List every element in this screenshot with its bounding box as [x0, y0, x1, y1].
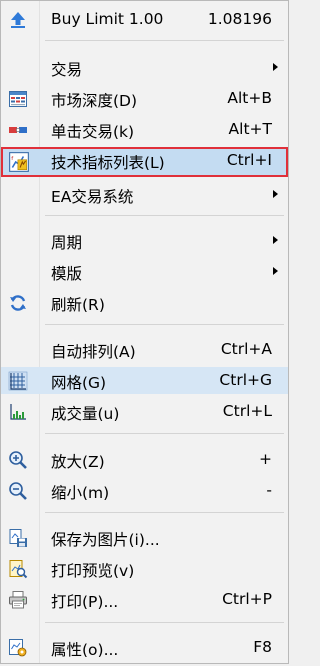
menu-item-timeframes[interactable]: 周期 — [1, 227, 288, 254]
menu-item-print[interactable]: 打印(P)... Ctrl+P — [1, 586, 288, 613]
refresh-icon — [10, 295, 26, 311]
menu-item-zoom-in[interactable]: 放大(Z) + — [1, 446, 288, 473]
up-arrow-icon — [11, 12, 25, 28]
menu-item-label: 保存为图片(i)... — [51, 531, 160, 549]
menu-item-label: 网格(G) — [51, 374, 107, 392]
menu-item-shortcut: Ctrl+I — [226, 151, 272, 169]
submenu-arrow-icon — [273, 267, 278, 275]
submenu-arrow-icon — [273, 63, 278, 71]
menu-item-label: 市场深度(D) — [51, 92, 138, 110]
market-depth-icon — [9, 91, 27, 107]
menu-item-properties[interactable]: 属性(o)... F8 — [1, 634, 288, 661]
separator — [45, 40, 284, 41]
menu-item-shortcut: 1.08196 — [207, 10, 272, 28]
menu-item-volumes[interactable]: 成交量(u) Ctrl+L — [1, 398, 288, 425]
menu-item-print-preview[interactable]: 打印预览(v) — [1, 555, 288, 582]
menu-item-label: 单击交易(k) — [51, 123, 135, 141]
separator — [45, 324, 284, 325]
zoom-out-icon — [9, 482, 27, 500]
menu-item-shortcut: Ctrl+L — [222, 402, 272, 420]
menu-item-save-as-picture[interactable]: 保存为图片(i)... — [1, 524, 288, 551]
menu-item-label: 技术指标列表(L) — [51, 154, 165, 172]
print-icon — [9, 591, 27, 609]
menu-item-shortcut: Alt+B — [227, 89, 272, 107]
menu-item-shortcut: + — [259, 450, 272, 468]
menu-item-label: 缩小(m) — [51, 484, 110, 502]
menu-item-label: 属性(o)... — [51, 641, 119, 659]
menu-item-shortcut: Ctrl+A — [220, 340, 272, 358]
separator — [45, 622, 284, 623]
menu-item-zoom-out[interactable]: 缩小(m) - — [1, 477, 288, 504]
menu-item-market-depth[interactable]: 市场深度(D) Alt+B — [1, 85, 288, 112]
menu-item-label: 成交量(u) — [51, 405, 120, 423]
chart-context-menu: Buy Limit 1.00 1.08196 交易 市场深度(D) Alt+B — [0, 0, 289, 664]
menu-item-label: 交易 — [51, 61, 83, 79]
submenu-arrow-icon — [273, 190, 278, 198]
menu-item-templates[interactable]: 模版 — [1, 258, 288, 285]
menu-item-label: 打印(P)... — [51, 593, 119, 611]
indicators-list-icon: f — [9, 152, 29, 172]
menu-item-grid[interactable]: 网格(G) Ctrl+G — [1, 367, 288, 394]
menu-item-trading[interactable]: 交易 — [1, 54, 288, 81]
menu-item-buy-limit[interactable]: Buy Limit 1.00 1.08196 — [1, 6, 288, 33]
menu-item-label: 刷新(R) — [51, 296, 105, 314]
properties-icon — [9, 639, 27, 657]
print-preview-icon — [9, 560, 28, 579]
menu-item-one-click-trading[interactable]: 单击交易(k) Alt+T — [1, 116, 288, 143]
grid-icon — [8, 371, 28, 391]
submenu-arrow-icon — [273, 236, 278, 244]
menu-item-label: 模版 — [51, 265, 83, 283]
menu-item-shortcut: Ctrl+G — [219, 371, 272, 389]
menu-item-expert-advisors[interactable]: EA交易系统 — [1, 181, 288, 208]
menu-item-shortcut: F8 — [253, 638, 272, 656]
menu-item-shortcut: Alt+T — [228, 120, 272, 138]
volumes-icon — [10, 404, 26, 420]
separator — [45, 512, 284, 513]
menu-item-shortcut: Ctrl+P — [222, 590, 272, 608]
menu-item-label: EA交易系统 — [51, 188, 134, 206]
menu-item-label: 放大(Z) — [51, 453, 105, 471]
menu-item-label: 周期 — [51, 234, 83, 252]
zoom-in-icon — [9, 451, 27, 469]
menu-item-indicators-list[interactable]: f 技术指标列表(L) Ctrl+I — [1, 147, 288, 177]
menu-item-label: 打印预览(v) — [51, 562, 135, 580]
menu-item-shortcut: - — [266, 481, 272, 499]
save-as-picture-icon — [9, 529, 27, 547]
menu-item-auto-arrange[interactable]: 自动排列(A) Ctrl+A — [1, 336, 288, 363]
menu-item-label: 自动排列(A) — [51, 343, 136, 361]
one-click-trading-icon — [9, 127, 27, 133]
separator — [45, 433, 284, 434]
menu-item-refresh[interactable]: 刷新(R) — [1, 289, 288, 316]
separator — [45, 215, 284, 216]
menu-item-label: Buy Limit 1.00 — [51, 10, 164, 28]
